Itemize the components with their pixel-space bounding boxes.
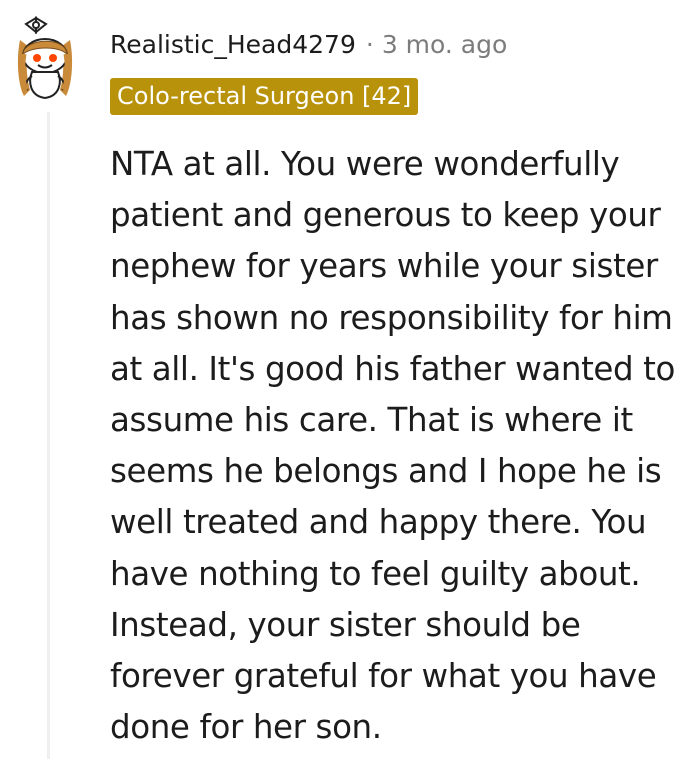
comment: Realistic_Head4279 · 3 mo. ago Colo-rectal… <box>0 0 700 759</box>
comment-body: NTA at all. You were wonderfully patient… <box>110 145 676 747</box>
user-avatar-icon[interactable] <box>6 10 84 106</box>
thread-line[interactable] <box>47 112 50 759</box>
comment-timestamp[interactable]: 3 mo. ago <box>382 30 507 59</box>
meta-separator: · <box>365 30 374 59</box>
user-flair: Colo-rectal Surgeon [42] <box>110 78 419 115</box>
comment-meta: Realistic_Head4279 · 3 mo. ago <box>110 28 507 62</box>
author-name[interactable]: Realistic_Head4279 <box>110 30 356 59</box>
